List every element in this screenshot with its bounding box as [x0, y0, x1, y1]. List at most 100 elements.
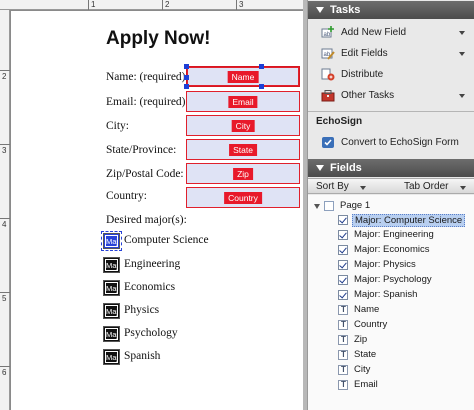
checkbox-field-icon[interactable]: Maj [101, 231, 122, 251]
dropdown-arrow-icon[interactable] [460, 186, 466, 190]
tree-item-label: Name [354, 304, 380, 315]
ruler-number: 5 [2, 294, 7, 303]
checkbox-field-icon [338, 215, 348, 225]
echosign-section-label: EchoSign [316, 116, 363, 127]
tree-item-label: Zip [354, 334, 368, 345]
ruler-number: 3 [2, 146, 7, 155]
ruler-number: 3 [239, 0, 244, 9]
zip-field[interactable]: Zip [186, 163, 300, 184]
checkbox-label: Engineering [124, 258, 181, 270]
ruler-number: 6 [2, 368, 7, 377]
checkbox-label: Psychology [124, 327, 178, 339]
tree-item-label: Major: Spanish [354, 289, 418, 300]
horizontal-ruler: 1 2 3 [0, 0, 306, 10]
checkbox-field-icon[interactable]: Maj [103, 257, 120, 273]
state-field[interactable]: State [186, 139, 300, 160]
field-tag: Name [227, 70, 259, 83]
tree-item-label: Country [354, 319, 388, 330]
tree-item-label: State [354, 349, 377, 360]
dropdown-arrow-icon [459, 52, 465, 56]
text-field-icon [338, 350, 348, 360]
ruler-number: 2 [2, 72, 7, 81]
task-label: Distribute [341, 69, 384, 80]
ruler-number: 1 [91, 0, 96, 9]
task-label: Convert to EchoSign Form [341, 137, 459, 148]
add-field-icon: ab [321, 26, 334, 38]
tasks-panel-header[interactable]: Tasks [308, 1, 474, 19]
dropdown-arrow-icon[interactable] [360, 186, 366, 190]
field-tag: Email [228, 95, 258, 108]
task-label: Other Tasks [341, 90, 395, 101]
checkbox-field-icon[interactable]: Maj [103, 280, 120, 296]
checkbox-field-icon [338, 245, 348, 255]
distribute-icon [321, 68, 335, 81]
checkbox-field-icon [338, 260, 348, 270]
fields-tree: Page 1 Major: Computer Science Major: En… [308, 195, 474, 410]
resize-handle[interactable] [259, 64, 264, 69]
text-field-icon [338, 335, 348, 345]
tab-order-menu[interactable]: Tab Order [404, 181, 448, 192]
tree-item-label: Email [354, 379, 378, 390]
fields-panel-header[interactable]: Fields [308, 159, 474, 177]
checkbox-field-icon[interactable]: Maj [103, 303, 120, 319]
email-label: Email: (required) [106, 96, 186, 108]
email-field[interactable]: Email [186, 91, 300, 112]
toolbox-icon [321, 90, 335, 102]
resize-handle[interactable] [184, 84, 189, 89]
collapse-triangle-icon[interactable] [316, 165, 324, 171]
expand-triangle-icon[interactable] [314, 204, 320, 209]
tree-item-label: Major: Economics [354, 244, 430, 255]
field-tag: State [229, 143, 257, 156]
resize-handle[interactable] [184, 75, 189, 80]
fields-sort-bar: Sort By Tab Order [308, 178, 474, 194]
add-new-field-task[interactable]: ab Add New Field [308, 23, 474, 43]
checkbox-field-icon[interactable]: Maj [103, 326, 120, 342]
text-field-icon [338, 305, 348, 315]
dropdown-arrow-icon [459, 94, 465, 98]
ruler-number: 4 [2, 220, 7, 229]
svg-text:ab: ab [324, 32, 331, 38]
section-divider [308, 111, 474, 112]
checkbox-field-icon [338, 230, 348, 240]
form-title: Apply Now! [106, 28, 211, 49]
city-label: City: [106, 120, 130, 132]
vertical-ruler: 2 3 4 5 6 [0, 10, 10, 410]
checkbox-label: Economics [124, 281, 176, 293]
checkbox-label: Spanish [124, 350, 161, 362]
tree-item-label: Page 1 [340, 200, 371, 211]
name-field[interactable]: Name [184, 64, 300, 89]
page-icon [324, 201, 334, 211]
tasks-header-label: Tasks [330, 4, 361, 16]
text-field-icon [338, 320, 348, 330]
tree-item-label: City [354, 364, 371, 375]
resize-handle[interactable] [259, 84, 264, 89]
collapse-triangle-icon[interactable] [316, 7, 324, 13]
distribute-task[interactable]: Distribute [308, 65, 474, 85]
field-tag: Zip [233, 167, 253, 180]
zip-label: Zip/Postal Code: [106, 168, 184, 180]
task-label: Add New Field [341, 27, 407, 38]
convert-echosign-task[interactable]: Convert to EchoSign Form [308, 133, 474, 153]
checkbox-label: Physics [124, 304, 160, 316]
text-field-icon [338, 365, 348, 375]
field-tag: City [231, 119, 255, 132]
majors-label: Desired major(s): [106, 214, 187, 226]
task-label: Edit Fields [341, 48, 388, 59]
city-field[interactable]: City [186, 115, 300, 136]
name-label: Name: (required) [106, 71, 186, 83]
text-field-icon [338, 380, 348, 390]
sort-by-menu[interactable]: Sort By [316, 181, 349, 192]
resize-handle[interactable] [184, 64, 189, 69]
checkbox-label: Computer Science [124, 234, 209, 246]
edit-fields-task[interactable]: ab Edit Fields [308, 44, 474, 64]
state-label: State/Province: [106, 144, 177, 156]
tree-item-label: Major: Engineering [354, 229, 434, 240]
country-field[interactable]: Country [186, 187, 300, 208]
tree-item-label: Major: Psychology [354, 274, 432, 285]
other-tasks-task[interactable]: Other Tasks [308, 86, 474, 106]
field-tag: Country [224, 191, 262, 204]
checkbox-field-icon [338, 275, 348, 285]
ruler-number: 2 [165, 0, 170, 9]
checkbox-field-icon[interactable]: Maj [103, 349, 120, 365]
country-label: Country: [106, 190, 147, 202]
